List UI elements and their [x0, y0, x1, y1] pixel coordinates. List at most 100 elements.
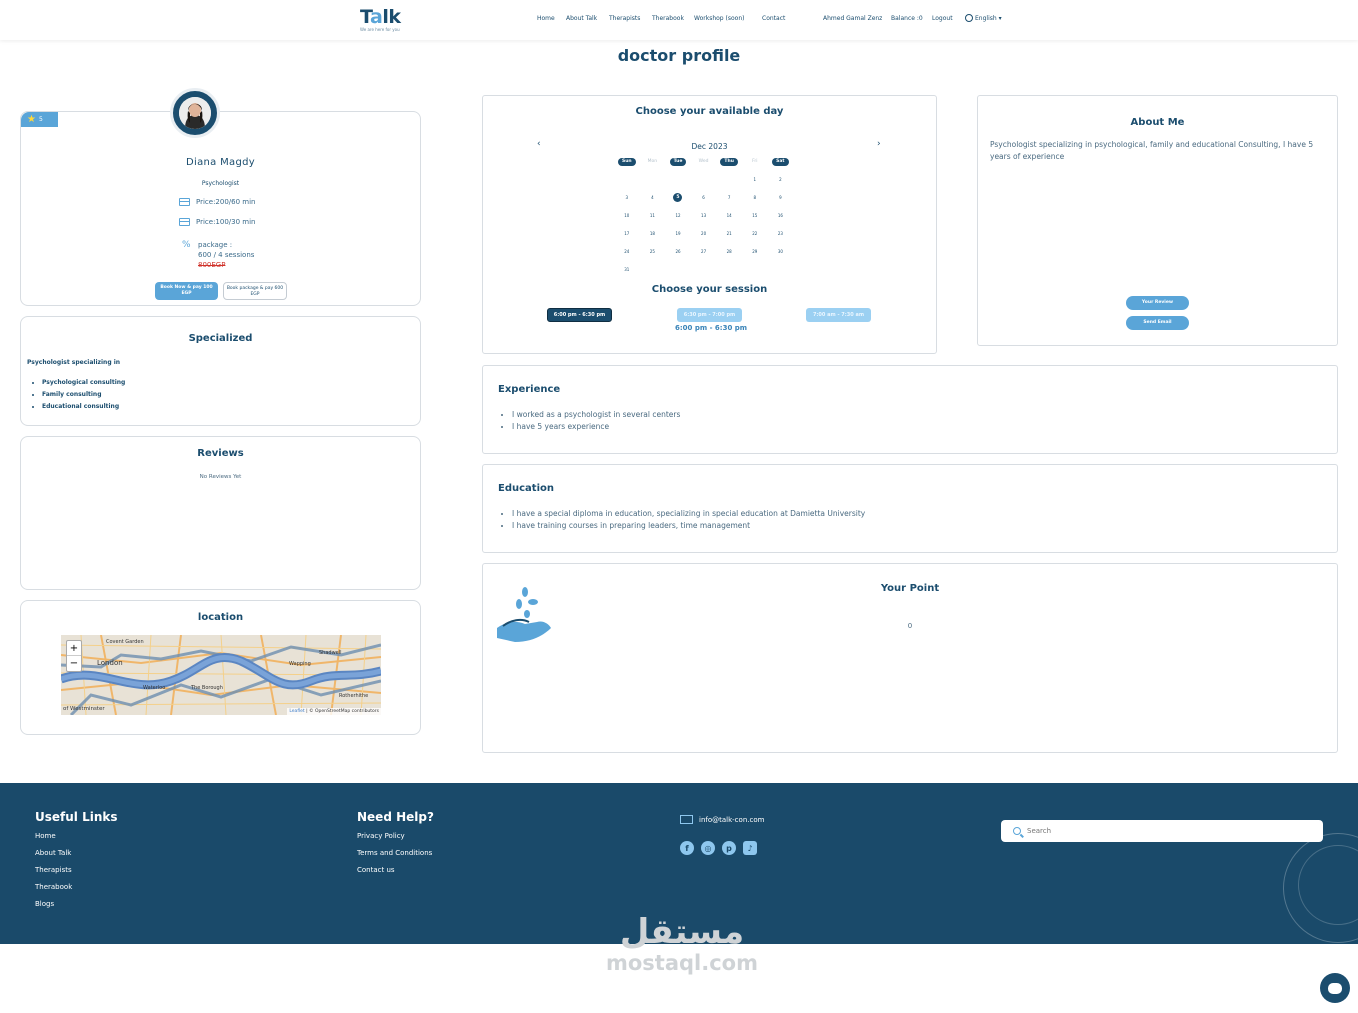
footer-link-contact[interactable]: Contact us [357, 866, 395, 874]
nav-user[interactable]: Ahmed Gamal Zenz [823, 15, 882, 22]
list-item: Family consulting [42, 389, 125, 401]
calendar-day[interactable]: 15 [742, 209, 768, 222]
book-now-button[interactable]: Book Now & pay 100 EGP [155, 282, 218, 300]
discount-icon: % [182, 240, 191, 250]
calendar-day[interactable]: 25 [640, 245, 666, 258]
day-of-week: Tue [665, 155, 691, 168]
next-month-button[interactable]: › [877, 139, 881, 149]
calendar-day[interactable]: 9 [768, 191, 794, 204]
calendar-day[interactable]: 1 [742, 173, 768, 186]
map-label: Rotherhithe [339, 693, 369, 699]
calendar-day [716, 263, 742, 276]
session-button[interactable]: 7:00 am - 7:30 am [806, 308, 871, 322]
language-label: English [975, 14, 997, 22]
caret-down-icon: ▾ [998, 14, 1002, 22]
calendar-day-selected[interactable]: 5 [665, 191, 691, 204]
package-label: package : [198, 241, 233, 249]
map-label: of Westminster [63, 706, 105, 712]
calendar-day[interactable]: 23 [768, 227, 794, 240]
session-button[interactable]: 6:30 pm - 7:00 pm [677, 308, 742, 322]
calendar-day[interactable]: 4 [640, 191, 666, 204]
calendar-day[interactable]: 18 [640, 227, 666, 240]
calendar-day[interactable]: 22 [742, 227, 768, 240]
points-title: Your Point [880, 583, 940, 594]
price-30: Price:100/30 min [179, 218, 256, 226]
top-navbar: Talk We are here for you Home About Talk… [0, 0, 1358, 40]
pinterest-icon[interactable]: p [722, 841, 736, 855]
calendar-day[interactable]: 28 [716, 245, 742, 258]
doctor-name: Diana Magdy [186, 157, 255, 168]
calendar-day[interactable]: 30 [768, 245, 794, 258]
map-label: Waterloo [143, 685, 166, 691]
footer-link-privacy[interactable]: Privacy Policy [357, 832, 405, 840]
package-old-price: 800EGP [198, 261, 226, 269]
zoom-out-button[interactable]: − [67, 656, 81, 671]
calendar-day[interactable]: 19 [665, 227, 691, 240]
calendar-day [614, 173, 640, 186]
footer-link-terms[interactable]: Terms and Conditions [357, 849, 432, 857]
calendar-day[interactable]: 17 [614, 227, 640, 240]
footer-link-about[interactable]: About Talk [35, 849, 71, 857]
send-email-button[interactable]: Send Email [1126, 316, 1189, 330]
nav-logout[interactable]: Logout [932, 15, 953, 22]
footer-link-blogs[interactable]: Blogs [35, 900, 54, 908]
map-label: Wapping [289, 661, 311, 667]
location-map[interactable]: Covent Garden London Wapping Shadwell Wa… [61, 635, 381, 715]
facebook-icon[interactable]: f [680, 841, 694, 855]
calendar-day[interactable]: 31 [614, 263, 640, 276]
calendar-day[interactable]: 3 [614, 191, 640, 204]
instagram-icon[interactable]: ◎ [701, 841, 715, 855]
logo-tagline: We are here for you [360, 27, 400, 32]
leaflet-link[interactable]: Leaflet [289, 709, 304, 714]
session-button[interactable]: 6:00 pm - 6:30 pm [547, 308, 612, 322]
calendar-day[interactable]: 14 [716, 209, 742, 222]
calendar-day[interactable]: 7 [716, 191, 742, 204]
education-card: Education I have a special diploma in ed… [482, 464, 1338, 553]
price-60-label: Price:200/60 min [196, 198, 256, 206]
footer-link-therapists[interactable]: Therapists [35, 866, 72, 874]
nav-therabook[interactable]: Therabook [652, 15, 684, 22]
calendar-day[interactable]: 21 [716, 227, 742, 240]
calendar-day[interactable]: 13 [691, 209, 717, 222]
tiktok-icon[interactable]: ♪ [743, 841, 757, 855]
nav-home[interactable]: Home [537, 15, 555, 22]
search-input[interactable] [1027, 827, 1307, 835]
nav-contact[interactable]: Contact [762, 15, 785, 22]
nav-workshop[interactable]: Workshop (soon) [694, 15, 744, 22]
no-reviews-text: No Reviews Yet [199, 474, 242, 480]
book-package-button[interactable]: Book package & pay 600 EGP [223, 282, 287, 300]
calendar-day[interactable]: 11 [640, 209, 666, 222]
map-label: London [97, 659, 123, 667]
selected-session: 6:00 pm - 6:30 pm [675, 324, 748, 332]
zoom-in-button[interactable]: + [67, 641, 81, 656]
search-icon [1013, 827, 1021, 835]
osm-attribution[interactable]: | © OpenStreetMap contributors [306, 709, 379, 714]
avatar [170, 88, 220, 138]
footer-link-therabook[interactable]: Therabook [35, 883, 72, 891]
calendar-grid: Sun Mon Tue Wed Thu Fri Sat 1 2 3 4 5 6 7 8 9 10 11 12 13 14… [614, 155, 792, 276]
watermark-arabic: مستقل [619, 912, 745, 952]
footer-link-home[interactable]: Home [35, 832, 56, 840]
calendar-day[interactable]: 29 [742, 245, 768, 258]
package-detail: 600 / 4 sessions [198, 251, 255, 259]
calendar-day[interactable]: 20 [691, 227, 717, 240]
education-title: Education [498, 483, 554, 494]
footer-email[interactable]: info@talk-con.com [680, 815, 764, 824]
talk-logo[interactable]: Talk We are here for you [360, 8, 410, 33]
nav-therapists[interactable]: Therapists [609, 15, 640, 22]
calendar-day[interactable]: 10 [614, 209, 640, 222]
list-item: Educational consulting [42, 401, 125, 413]
calendar-day[interactable]: 24 [614, 245, 640, 258]
calendar-day[interactable]: 16 [768, 209, 794, 222]
nav-balance[interactable]: Balance :0 [891, 15, 923, 22]
chat-button[interactable] [1320, 973, 1350, 1003]
calendar-day[interactable]: 26 [665, 245, 691, 258]
calendar-day[interactable]: 6 [691, 191, 717, 204]
your-review-button[interactable]: Your Review [1126, 296, 1189, 310]
nav-about[interactable]: About Talk [566, 15, 597, 22]
calendar-day[interactable]: 12 [665, 209, 691, 222]
calendar-day[interactable]: 2 [768, 173, 794, 186]
language-selector[interactable]: English ▾ [965, 14, 1002, 22]
calendar-day[interactable]: 8 [742, 191, 768, 204]
calendar-day[interactable]: 27 [691, 245, 717, 258]
